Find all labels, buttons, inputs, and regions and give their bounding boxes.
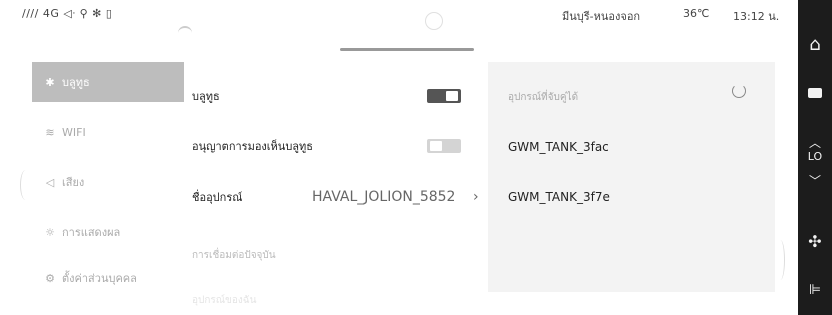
sidebar-item-personal-settings[interactable]: ⚙ ตั้งค่าส่วนบุคคล — [32, 260, 182, 296]
chevron-up-icon[interactable]: ︿ — [798, 134, 832, 151]
scanning-spinner-icon[interactable] — [732, 84, 746, 98]
device-name-value: HAVAL_JOLION_5852 — [312, 189, 456, 205]
fan-icon[interactable]: ✣ — [798, 232, 832, 251]
sidebar-edge-divider — [20, 170, 31, 200]
visibility-toggle[interactable] — [427, 139, 461, 153]
sidebar-item-label: WIFI — [62, 125, 86, 139]
pairable-devices-panel: อุปกรณ์ที่จับคู่ได้ GWM_TANK_3fac GWM_TA… — [488, 62, 775, 292]
personal-settings-icon: ⚙ — [45, 271, 55, 285]
sidebar-item-label: ตั้งค่าส่วนบุคคล — [62, 272, 137, 285]
faint-top-icon — [425, 12, 443, 30]
screen-toggle-icon[interactable] — [798, 83, 832, 102]
visibility-label: อนุญาตการมองเห็นบลูทูธ — [192, 140, 314, 153]
sidebar-item-label: การแสดงผล — [62, 226, 121, 239]
panel-edge-divider — [776, 240, 785, 280]
display-icon: ☼ — [45, 225, 55, 239]
seat-heat-icon[interactable]: ⊫ — [798, 282, 832, 298]
bluetooth-label: บลูทูธ — [192, 90, 220, 103]
status-temperature: 36℃ — [683, 7, 710, 20]
chevron-down-icon[interactable]: ﹀ — [798, 172, 832, 189]
sidebar-item-wifi[interactable]: ≋ WIFI — [32, 114, 182, 150]
current-connection-label: การเชื่อมต่อปัจจุบัน — [192, 249, 276, 261]
home-icon[interactable]: ⌂ — [798, 34, 832, 55]
faint-section-label: อุปกรณ์ของฉัน — [192, 294, 257, 306]
sidebar-item-label: เสียง — [62, 176, 85, 189]
current-connection-header: การเชื่อมต่อปัจจุบัน — [192, 243, 482, 267]
fan-level-label: LO — [807, 150, 823, 163]
wifi-icon: ≋ — [45, 125, 55, 139]
device-name-row[interactable]: ชื่ออุปกรณ์ HAVAL_JOLION_5852 › — [192, 185, 482, 209]
visibility-row: อนุญาตการมองเห็นบลูทูธ — [192, 134, 482, 158]
vehicle-control-strip: ⌂ ︿ LO ﹀ ✣ ⊫ — [798, 0, 832, 315]
sound-icon: ◁ — [45, 175, 55, 189]
device-list-item[interactable]: GWM_TANK_3f7e — [508, 190, 610, 204]
bluetooth-settings-panel: บลูทูธ อนุญาตการมองเห็นบลูทูธ ชื่ออุปกรณ… — [170, 62, 485, 315]
sidebar-item-sound[interactable]: ◁ เสียง — [32, 164, 182, 200]
status-bar: //// 4G ◁ᐧ ⚲ ✻ ▯ มีนบุรี-หนองจอก 36℃ 13:… — [0, 0, 798, 28]
settings-screen: //// 4G ◁ᐧ ⚲ ✻ ▯ มีนบุรี-หนองจอก 36℃ 13:… — [0, 0, 798, 315]
drag-handle[interactable] — [340, 48, 474, 51]
faint-section-row: อุปกรณ์ของฉัน — [192, 288, 482, 312]
sidebar-item-bluetooth[interactable]: ✱ บลูทูธ — [32, 62, 184, 102]
sidebar-item-label: บลูทูธ — [62, 76, 90, 89]
bluetooth-toggle[interactable] — [427, 89, 461, 103]
status-indicators: //// 4G ◁ᐧ ⚲ ✻ ▯ — [22, 7, 113, 20]
settings-sidebar: ✱ บลูทูธ ≋ WIFI ◁ เสียง ☼ การแสดงผล ⚙ ตั… — [22, 62, 184, 315]
bluetooth-row: บลูทูธ — [192, 84, 482, 108]
back-arc-icon — [178, 26, 192, 36]
pairable-devices-title: อุปกรณ์ที่จับคู่ได้ — [508, 92, 579, 103]
device-name-label: ชื่ออุปกรณ์ — [192, 191, 243, 204]
device-list-item[interactable]: GWM_TANK_3fac — [508, 140, 609, 154]
bluetooth-icon: ✱ — [45, 75, 55, 89]
status-location: มีนบุรี-หนองจอก — [562, 10, 641, 23]
sidebar-item-display[interactable]: ☼ การแสดงผล — [32, 214, 182, 250]
chevron-right-icon: › — [473, 189, 479, 205]
status-time: 13:12 น. — [733, 10, 780, 23]
